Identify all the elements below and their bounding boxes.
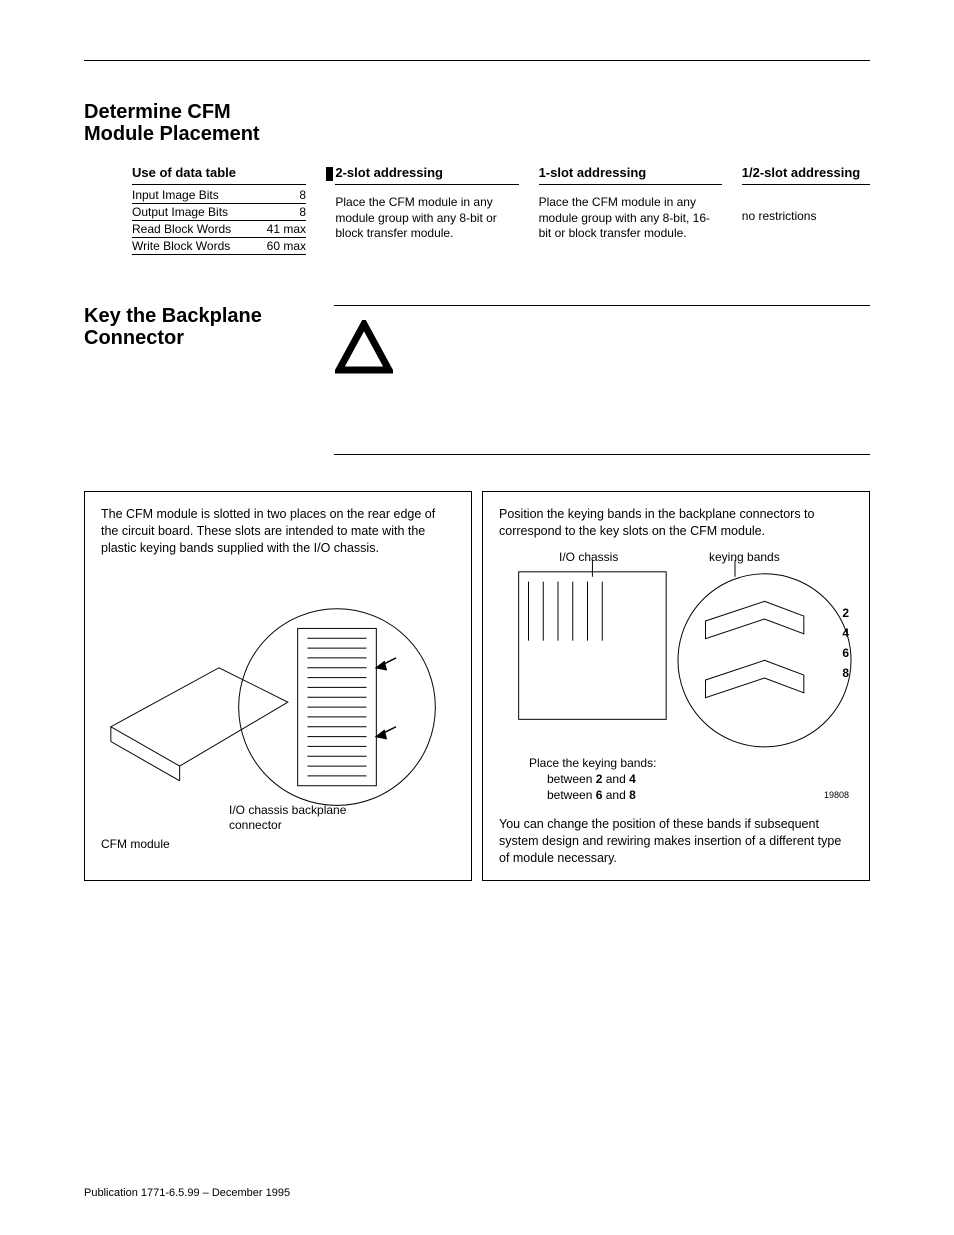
table-row: Input Image Bits 8: [132, 187, 306, 204]
table-row: Write Block Words 60 max: [132, 238, 306, 255]
diagram-right-intro: Position the keying bands in the backpla…: [499, 506, 853, 540]
diagram-box-right: Position the keying bands in the backpla…: [482, 491, 870, 881]
scale-number: 8: [842, 666, 849, 681]
placement-table: Use of data table Input Image Bits 8 Out…: [132, 165, 870, 255]
keying-bands-diagram: [499, 550, 853, 810]
t: and: [602, 772, 629, 786]
one-slot-body: Place the CFM module in any module group…: [539, 195, 722, 242]
publication-number: Publication 1771-6.5.99 – December 1995: [84, 1187, 290, 1199]
row-value: 41 max: [267, 222, 306, 236]
t: between: [547, 788, 596, 802]
diagram-left-area: I/O chassis backplane connector CFM modu…: [101, 567, 455, 857]
page: Determine CFM Module Placement Use of da…: [0, 0, 954, 1235]
scale-number: 6: [842, 646, 849, 661]
num: 4: [629, 772, 636, 786]
diagram-right-area: I/O chassis keying bands 2 4 6 8 Place t…: [499, 550, 853, 810]
diagram-row: The CFM module is slotted in two places …: [84, 491, 870, 881]
place-keying-line1: between 2 and 4: [547, 772, 636, 787]
one-slot-column: 1-slot addressing Place the CFM module i…: [539, 165, 722, 242]
num: 8: [629, 788, 636, 802]
heading-col: Determine CFM Module Placement: [84, 101, 284, 145]
label-keying-bands: keying bands: [709, 550, 780, 565]
header-bullet: [326, 167, 333, 181]
row-value: 8: [299, 205, 306, 219]
table-row: Output Image Bits 8: [132, 204, 306, 221]
label-io-chassis-connector: I/O chassis backplane connector: [229, 803, 369, 833]
section-key-backplane: Key the Backplane Connector: [84, 305, 870, 455]
attention-triangle-icon: [334, 316, 394, 426]
place-keying-line2: between 6 and 8: [547, 788, 636, 803]
heading-col: Key the Backplane Connector: [84, 305, 314, 455]
attention-box: [334, 305, 870, 455]
row-label: Input Image Bits: [132, 188, 219, 202]
t: between: [547, 772, 596, 786]
row-label: Output Image Bits: [132, 205, 228, 219]
section-cfm-placement: Determine CFM Module Placement: [84, 101, 870, 145]
diagram-right-footnote: You can change the position of these ban…: [499, 816, 853, 867]
two-slot-header: 2-slot addressing: [335, 165, 518, 185]
t: and: [602, 788, 629, 802]
heading-key-backplane: Key the Backplane Connector: [84, 305, 314, 349]
row-label: Write Block Words: [132, 239, 230, 253]
diagram-box-left: The CFM module is slotted in two places …: [84, 491, 472, 881]
half-slot-body: no restrictions: [742, 209, 870, 225]
table-row: Read Block Words 41 max: [132, 221, 306, 238]
figure-number: 19808: [824, 790, 849, 801]
two-slot-body: Place the CFM module in any module group…: [335, 195, 518, 242]
row-label: Read Block Words: [132, 222, 231, 236]
data-table: Use of data table Input Image Bits 8 Out…: [132, 165, 306, 255]
scale-number: 2: [842, 606, 849, 621]
half-slot-header: 1/2-slot addressing: [742, 165, 870, 185]
row-value: 60 max: [267, 239, 306, 253]
place-keying-bands-heading: Place the keying bands:: [529, 756, 656, 771]
label-io-chassis: I/O chassis: [559, 550, 618, 565]
one-slot-header: 1-slot addressing: [539, 165, 722, 185]
data-table-header: Use of data table: [132, 165, 306, 185]
two-slot-column: 2-slot addressing Place the CFM module i…: [335, 165, 518, 242]
heading-cfm-placement: Determine CFM Module Placement: [84, 101, 284, 145]
attention-text: [412, 316, 870, 426]
scale-number: 4: [842, 626, 849, 641]
half-slot-column: 1/2-slot addressing no restrictions: [742, 165, 870, 225]
row-value: 8: [299, 188, 306, 202]
top-rule: [84, 60, 870, 61]
label-cfm-module: CFM module: [101, 837, 170, 852]
diagram-left-intro: The CFM module is slotted in two places …: [101, 506, 455, 557]
